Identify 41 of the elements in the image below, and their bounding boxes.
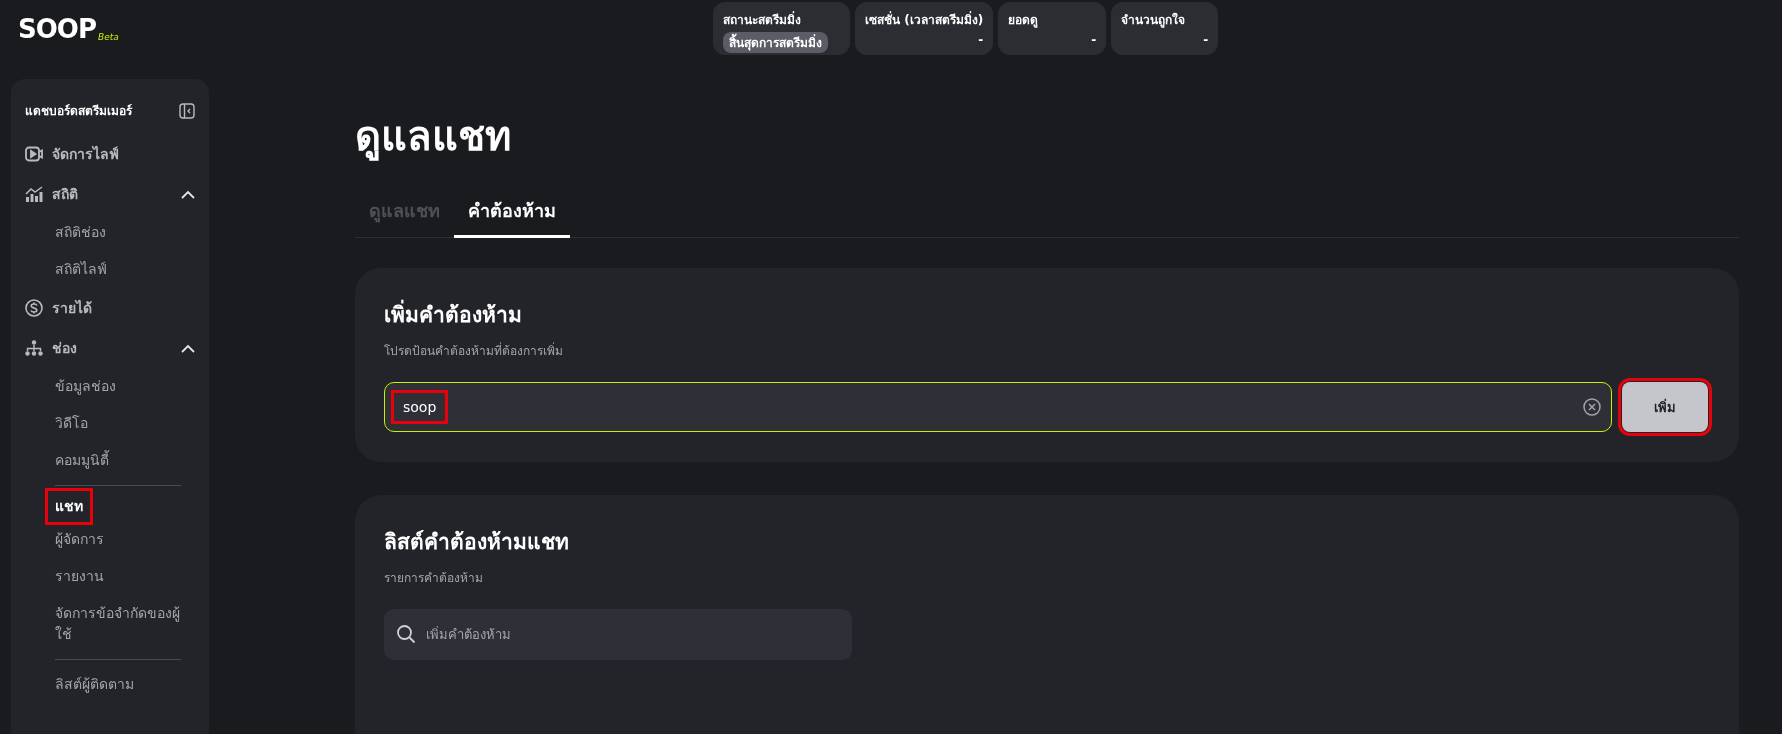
stat-label: จำนวนถูกใจ [1121, 11, 1187, 29]
sidebar-subitem[interactable]: ผู้จัดการ [55, 521, 104, 558]
sidebar-subitem[interactable]: รายงาน [55, 558, 104, 595]
card-subtitle: โปรดป้อนคำต้องห้ามที่ต้องการเพิ่ม [384, 341, 564, 360]
sidebar-subitem[interactable]: วิดีโอ [55, 405, 88, 442]
sidebar-subitem[interactable]: ลิสต์ผู้ติดตาม [55, 666, 134, 703]
stat-label: ยอดดู [1008, 12, 1040, 29]
sidebar-item[interactable]: สถิติ [25, 174, 195, 214]
sidebar-item[interactable]: จัดการไลฟ์ [25, 134, 195, 174]
logo-wordmark[interactable]: SOOP [18, 14, 96, 44]
dollar-coin-icon [25, 299, 43, 317]
sidebar-subitem[interactable]: คอมมูนิตี้ [55, 442, 109, 479]
card-title: ลิสต์คำต้องห้ามแชท [384, 529, 570, 556]
stat-value: - [1090, 33, 1097, 47]
video-play-icon [25, 146, 43, 162]
stat-value: - [1202, 33, 1209, 47]
tab[interactable]: คำต้องห้าม [454, 188, 570, 238]
sidebar-item[interactable]: ช่อง [25, 328, 195, 368]
sidebar-subitem[interactable]: สถิติช่อง [55, 214, 106, 251]
card-title: เพิ่มคำต้องห้าม [384, 298, 1708, 331]
sidebar-item[interactable]: รายได้ [25, 288, 195, 328]
logo-tag: Beta [98, 32, 119, 42]
word-input-field[interactable]: soop [384, 382, 1612, 432]
search-icon [396, 624, 416, 644]
collapse-sidebar-icon[interactable] [179, 102, 195, 119]
sidebar-subitem[interactable]: ข้อมูลช่อง [55, 368, 116, 405]
bar-chart-icon [25, 186, 43, 202]
status-badge: สิ้นสุดการสตรีมมิ่ง [723, 32, 828, 53]
page-title: ดูแลแชท [355, 112, 512, 163]
chevron-up-icon[interactable] [181, 189, 195, 199]
stat-value: - [977, 33, 984, 47]
search-field[interactable]: เพิ่มคำต้องห้าม [384, 609, 852, 660]
stat-label: เซสชั่น (เวลาสตรีมมิ่ง) [865, 10, 984, 29]
stat-label: สถานะสตรีมมิ่ง [723, 10, 802, 29]
hierarchy-icon [25, 340, 43, 356]
clear-icon[interactable] [1583, 398, 1601, 416]
sidebar-subitem[interactable]: จัดการข้อจำกัดของผู้ใช้ [55, 595, 195, 653]
sidebar-title: แดชบอร์ดสตรีมเมอร์ [25, 103, 132, 120]
card-subtitle: รายการคำต้องห้าม [384, 570, 484, 587]
chevron-up-icon[interactable] [181, 343, 195, 353]
sidebar-subitem[interactable]: สถิติไลฟ์ [55, 251, 107, 288]
